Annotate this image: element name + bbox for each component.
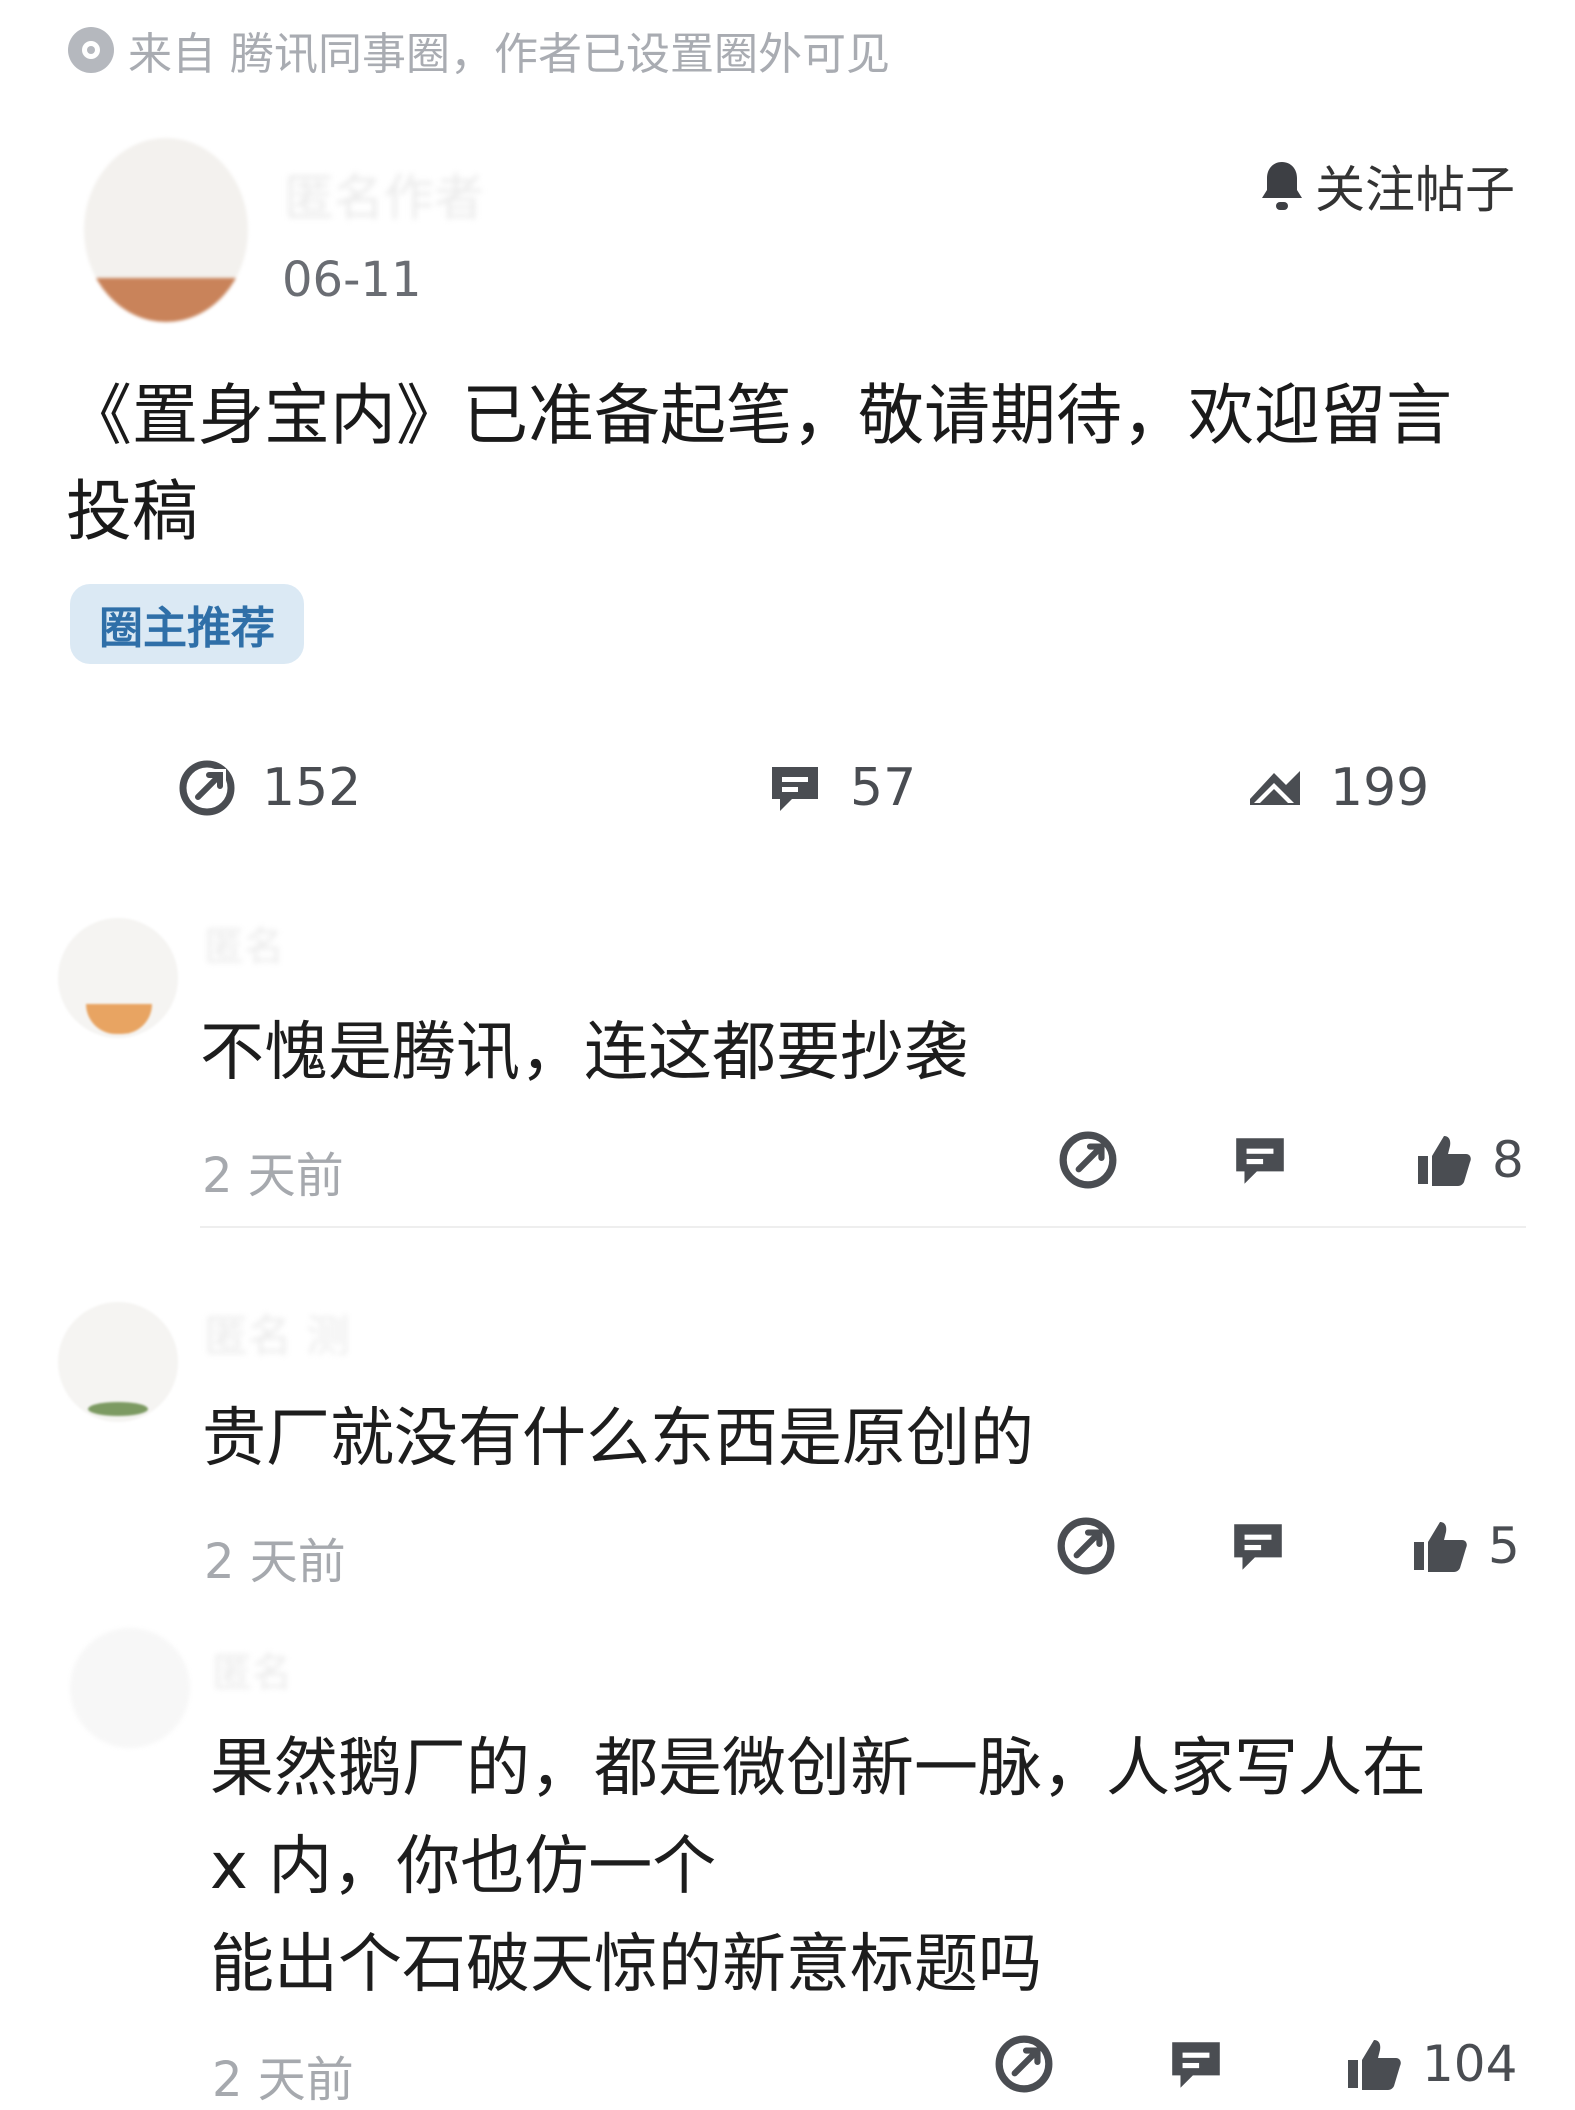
- comment-author-name[interactable]: 匿名: [212, 1640, 292, 1698]
- comment-avatar[interactable]: [58, 918, 178, 1038]
- comment-divider: [200, 1226, 1526, 1228]
- comment-avatar[interactable]: [58, 1302, 178, 1422]
- comment-reply-button[interactable]: [1228, 1516, 1288, 1576]
- share-arrow-icon: [995, 2035, 1053, 2093]
- thumbs-up-icon: [1344, 2034, 1404, 2094]
- comment-like-button[interactable]: 8: [1414, 1130, 1524, 1190]
- post-reaction-stat[interactable]: 199: [1246, 758, 1429, 818]
- follow-post-button[interactable]: 关注帖子: [1259, 150, 1515, 222]
- post-author-name[interactable]: 匿名作者: [284, 158, 484, 230]
- comment-time: 2 天前: [202, 1148, 344, 1204]
- post-source-text: 来自 腾讯同事圈，作者已设置圈外可见: [128, 29, 890, 80]
- like-count: 5: [1488, 1517, 1520, 1575]
- comment-text-line: 能出个石破天惊的新意标题吗: [210, 1928, 1042, 2002]
- comment-reply-button[interactable]: [1230, 1130, 1290, 1190]
- follow-post-label: 关注帖子: [1315, 161, 1515, 219]
- comment-icon: [766, 759, 824, 817]
- comment-text: 贵厂就没有什么东西是原创的: [202, 1402, 1034, 1476]
- post-body: 《置身宝内》已准备起笔，敬请期待，欢迎留言投稿: [66, 377, 1452, 550]
- comment-text: 果然鹅厂的，都是微创新一脉，人家写人在 x 内，你也仿一个 能出个石破天惊的新意…: [210, 1720, 1426, 2014]
- post-source: 来自 腾讯同事圈，作者已设置圈外可见: [68, 18, 890, 82]
- comment-author-name[interactable]: 匿名: [204, 914, 284, 972]
- post-date: 06-11: [282, 252, 422, 308]
- bell-icon: [1259, 160, 1305, 212]
- post-comment-stat[interactable]: 57: [766, 758, 916, 818]
- thumbs-up-icon: [1410, 1516, 1470, 1576]
- comment-like-button[interactable]: 104: [1344, 2034, 1517, 2094]
- recommended-tag[interactable]: 圈主推荐: [70, 584, 304, 664]
- share-count: 152: [262, 758, 362, 818]
- reaction-icon: [1246, 759, 1304, 817]
- comment-share-button[interactable]: [994, 2034, 1054, 2094]
- share-arrow-icon: [1059, 1131, 1117, 1189]
- comment-text-line: 果然鹅厂的，都是微创新一脉，人家写人在: [210, 1732, 1426, 1806]
- post-author-avatar[interactable]: [84, 138, 248, 322]
- like-count: 104: [1422, 2035, 1518, 2093]
- comment-share-button[interactable]: [1058, 1130, 1118, 1190]
- comment-text: 不愧是腾讯，连这都要抄袭: [200, 1016, 968, 1090]
- post-share-stat[interactable]: 152: [178, 758, 361, 818]
- comment-icon: [1172, 2042, 1220, 2088]
- thumbs-up-icon: [1414, 1130, 1474, 1190]
- source-circle-icon: [68, 27, 114, 73]
- comment-share-button[interactable]: [1056, 1516, 1116, 1576]
- reaction-count: 199: [1330, 758, 1430, 818]
- comment-avatar[interactable]: [70, 1628, 190, 1748]
- like-count: 8: [1492, 1131, 1524, 1189]
- share-arrow-icon: [1057, 1517, 1115, 1575]
- comment-icon: [1234, 1524, 1282, 1570]
- comment-reply-button[interactable]: [1166, 2034, 1226, 2094]
- comment-author-name[interactable]: 匿名 测: [204, 1300, 350, 1364]
- comment-icon: [1236, 1138, 1284, 1184]
- comment-time: 2 天前: [204, 1534, 346, 1590]
- share-arrow-icon: [178, 759, 236, 817]
- comment-like-button[interactable]: 5: [1410, 1516, 1520, 1576]
- comment-text-line: x 内，你也仿一个: [210, 1830, 717, 1904]
- comment-count: 57: [850, 758, 917, 818]
